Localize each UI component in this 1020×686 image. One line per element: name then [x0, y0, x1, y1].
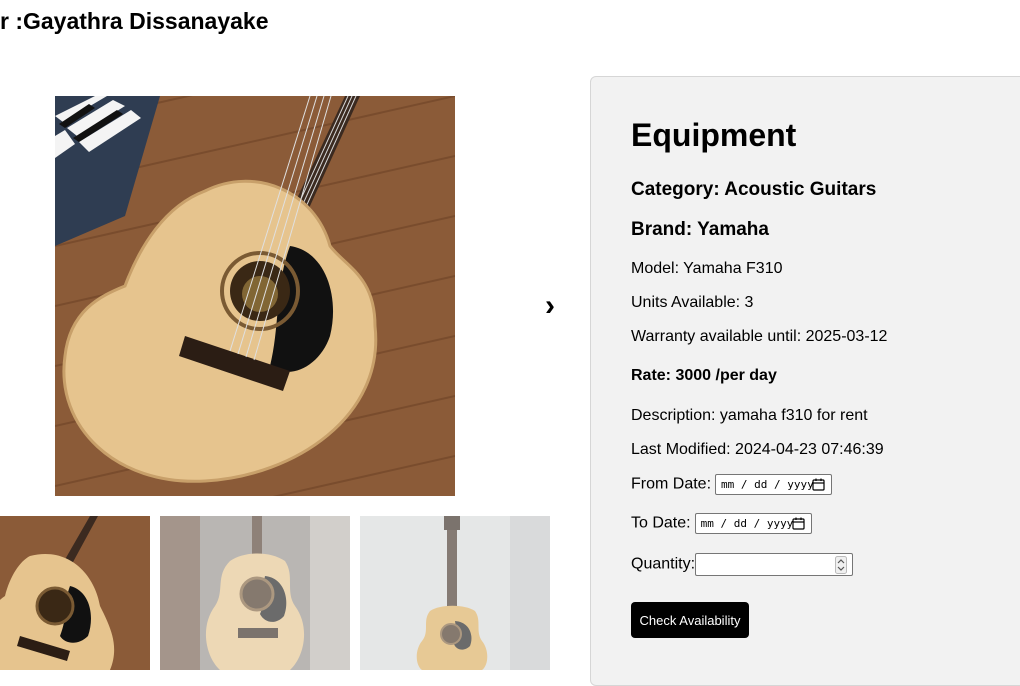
model-text: Model: Yamaha F310	[631, 260, 783, 277]
rate-text: Rate: 3000 /per day	[631, 367, 777, 384]
from-date-input[interactable]: mm / dd / yyyy	[715, 474, 833, 495]
last-modified-text: Last Modified: 2024-04-23 07:46:39	[631, 441, 884, 458]
warranty-text: Warranty available until: 2025-03-12	[631, 328, 888, 345]
stepper-arrows-icon[interactable]	[835, 556, 848, 574]
brand-label: Brand: Yamaha	[631, 219, 769, 240]
equipment-details-panel: Equipment Category: Acoustic Guitars Bra…	[590, 76, 1020, 686]
quantity-label: Quantity:	[631, 555, 696, 573]
quantity-row: Quantity:	[631, 553, 854, 576]
from-date-placeholder: mm / dd / yyyy	[721, 478, 814, 491]
equipment-title: Equipment	[631, 117, 797, 153]
from-date-label: From Date:	[631, 475, 712, 493]
to-date-placeholder: mm / dd / yyyy	[700, 517, 794, 530]
check-availability-button[interactable]: Check Availability	[631, 602, 749, 638]
from-date-row: From Date: mm / dd / yyyy	[631, 474, 833, 495]
main-equipment-photo	[55, 96, 455, 496]
description-text: Description: yamaha f310 for rent	[631, 407, 868, 424]
to-date-row: To Date: mm / dd / yyyy	[631, 513, 812, 534]
thumbnail-2[interactable]	[160, 516, 350, 670]
to-date-label: To Date:	[631, 514, 691, 532]
next-image-button[interactable]: ›	[538, 286, 562, 326]
calendar-icon[interactable]	[791, 517, 805, 530]
units-available-text: Units Available: 3	[631, 294, 754, 311]
owner-heading: r :Gayathra Dissanayake	[0, 8, 269, 34]
thumbnail-1[interactable]	[0, 516, 150, 670]
thumbnail-3[interactable]	[360, 516, 550, 670]
category-label: Category: Acoustic Guitars	[631, 179, 877, 200]
to-date-input[interactable]: mm / dd / yyyy	[694, 513, 812, 534]
quantity-input[interactable]	[695, 553, 854, 576]
calendar-icon[interactable]	[812, 478, 825, 491]
